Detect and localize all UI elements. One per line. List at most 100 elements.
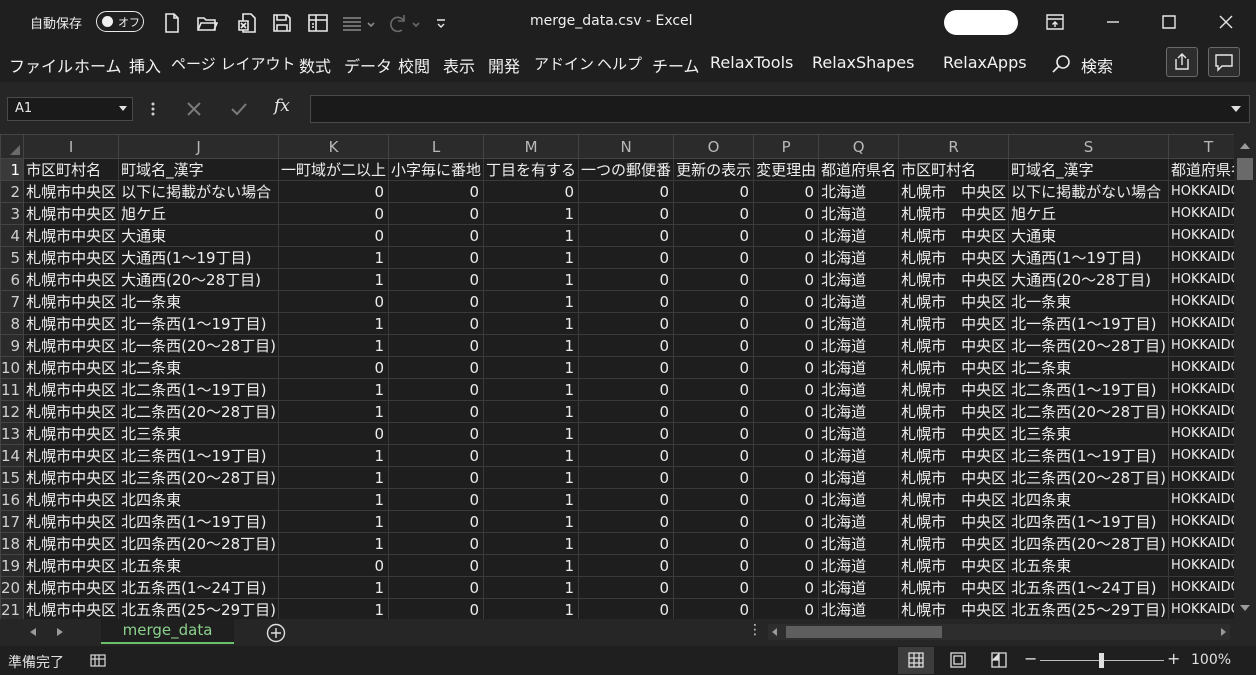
cell[interactable]: HOKKAIDO [1168,488,1234,511]
cancel-icon[interactable] [184,99,204,119]
cell[interactable]: 0 [388,532,485,555]
cell[interactable]: 1 [483,378,580,401]
cell[interactable]: 1 [483,510,580,533]
cell[interactable]: 北二条西(1～19丁目) [118,378,279,401]
cell[interactable]: 1 [277,488,390,511]
cell[interactable]: 北五条西(1～24丁目) [1008,576,1170,599]
cell[interactable]: 北二条西(20～28丁目) [118,400,279,423]
cell[interactable]: 0 [578,444,675,467]
cell[interactable]: 0 [753,224,820,247]
cell[interactable]: 北三条東 [1008,422,1170,445]
cell[interactable]: 北一条西(1～19丁目) [1008,312,1170,335]
tab-insert[interactable]: 挿入 [129,53,161,77]
cell[interactable]: 0 [578,488,675,511]
cell[interactable]: HOKKAIDO [1168,268,1234,291]
new-file-icon[interactable] [161,12,183,34]
cell[interactable]: 0 [578,554,675,577]
cell[interactable]: 0 [277,356,390,379]
cell[interactable]: 1 [483,466,580,489]
cell[interactable]: 北四条東 [118,488,279,511]
row-header[interactable]: 3 [0,202,25,225]
cell[interactable]: 0 [388,334,485,357]
cell[interactable]: 0 [578,532,675,555]
cell[interactable]: 0 [673,510,755,533]
cell[interactable]: HOKKAIDO [1168,400,1234,423]
cell[interactable]: HOKKAIDO [1168,180,1234,203]
customize-icon[interactable] [434,12,448,34]
cell[interactable]: 都道府県名 [1168,158,1234,181]
page-break-view-icon[interactable] [989,650,1009,670]
cell[interactable]: 北四条西(1～19丁目) [1008,510,1170,533]
cell[interactable]: 0 [673,488,755,511]
page-layout-view-icon[interactable] [948,650,968,670]
cell[interactable]: 北海道 [818,488,900,511]
column-header-i[interactable]: I [23,134,120,159]
search-label[interactable]: 検索 [1081,53,1113,77]
cell[interactable]: 北海道 [818,312,900,335]
cell[interactable]: 大通西(1～19丁目) [1008,246,1170,269]
cell[interactable]: 1 [483,576,580,599]
normal-view-icon[interactable] [906,650,926,670]
cell[interactable]: 0 [578,202,675,225]
tabs-splitter-icon[interactable]: ⋮ [748,622,762,638]
tab-file[interactable]: ファイル [9,53,73,77]
name-box[interactable]: A1 [7,97,133,121]
cell[interactable]: 北五条西(1～24丁目) [118,576,279,599]
column-header-o[interactable]: O [673,134,755,159]
scroll-up-icon[interactable] [1240,143,1250,149]
list-icon[interactable] [341,12,377,34]
cell[interactable]: 北三条西(20～28丁目) [118,466,279,489]
row-header[interactable]: 10 [0,356,25,379]
tab-team[interactable]: チーム [652,53,700,77]
row-header[interactable]: 7 [0,290,25,313]
tab-formulas[interactable]: 数式 [299,53,331,77]
horizontal-scrollbar[interactable] [768,624,1230,640]
cell[interactable]: 0 [388,312,485,335]
form-icon[interactable] [307,12,329,34]
cell[interactable]: HOKKAIDO [1168,422,1234,445]
spreadsheet-grid[interactable]: IJKLMNOPQRSTUVW 1市区町村名町域名_漢字一町域が二以上小字毎に番… [0,134,1234,619]
share-button[interactable] [1166,47,1198,77]
cell[interactable]: 0 [277,422,390,445]
cell[interactable]: 大通西(1～19丁目) [118,246,279,269]
cell[interactable]: 0 [578,312,675,335]
cell[interactable]: 0 [388,422,485,445]
column-header-q[interactable]: Q [818,134,900,159]
cell[interactable]: 北海道 [818,466,900,489]
cell[interactable]: 0 [578,466,675,489]
cell[interactable]: 0 [578,598,675,619]
cell[interactable]: HOKKAIDO [1168,202,1234,225]
tab-review[interactable]: 校閲 [398,53,430,77]
cell[interactable]: 北一条西(20～28丁目) [1008,334,1170,357]
cell[interactable]: 0 [753,356,820,379]
tab-relaxshapes[interactable]: RelaxShapes [812,53,914,72]
sheet-table[interactable]: IJKLMNOPQRSTUVW 1市区町村名町域名_漢字一町域が二以上小字毎に番… [0,134,1234,619]
cell[interactable]: 札幌市中央区 [23,224,120,247]
cell[interactable]: 0 [673,180,755,203]
cell[interactable]: 札幌市 中央区 [898,334,1010,357]
cell[interactable]: 札幌市中央区 [23,554,120,577]
scroll-down-icon[interactable] [1240,605,1250,611]
cell[interactable]: 札幌市 中央区 [898,202,1010,225]
ribbon-display-icon[interactable] [1043,10,1067,34]
cell[interactable]: 0 [753,400,820,423]
cell[interactable]: 0 [578,224,675,247]
cell[interactable]: HOKKAIDO [1168,312,1234,335]
cell[interactable]: 北海道 [818,400,900,423]
cell[interactable]: 0 [753,466,820,489]
cell[interactable]: 0 [277,202,390,225]
column-header-n[interactable]: N [578,134,675,159]
cell[interactable]: 札幌市 中央区 [898,466,1010,489]
row-header[interactable]: 2 [0,180,25,203]
cell[interactable]: 北二条西(20～28丁目) [1008,400,1170,423]
scroll-thumb[interactable] [1237,158,1253,180]
cell[interactable]: 0 [578,268,675,291]
row-header[interactable]: 14 [0,444,25,467]
cell[interactable]: 1 [277,532,390,555]
cell[interactable]: 北二条東 [118,356,279,379]
cell[interactable]: 1 [277,466,390,489]
zoom-slider-thumb[interactable] [1099,653,1104,668]
row-header[interactable]: 12 [0,400,25,423]
cell[interactable]: HOKKAIDO [1168,290,1234,313]
scroll-left-icon[interactable] [772,628,777,636]
